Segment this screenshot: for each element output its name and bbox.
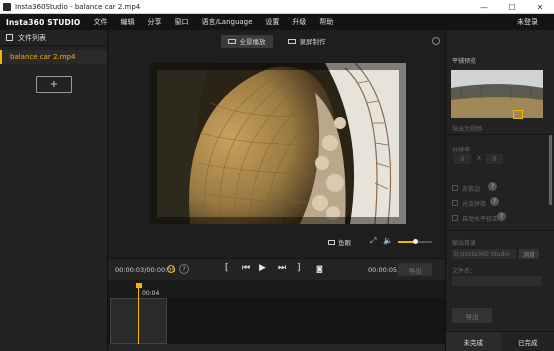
option-help-icon-1[interactable]: ? — [490, 197, 499, 206]
volume-slider[interactable] — [398, 239, 432, 244]
add-file-button[interactable]: + — [36, 76, 72, 93]
fullscreen-icon[interactable]: ⤢ — [370, 236, 376, 246]
menubar: Insta360 STUDIO 文件 编辑 分享 窗口 语言/Language … — [0, 14, 554, 30]
panel-scrollbar[interactable] — [549, 135, 552, 205]
vr-icon — [328, 239, 335, 245]
menu-settings[interactable]: 设置 — [265, 17, 279, 27]
video-preview[interactable] — [150, 63, 406, 224]
tab-unfinished[interactable]: 未完成 — [446, 331, 501, 351]
trim-end-icon[interactable]: ] — [297, 263, 301, 273]
option-help-icon-0[interactable]: ? — [488, 182, 497, 191]
window-title: Insta360Studio - balance car 2.mp4 — [15, 2, 141, 11]
volume-icon[interactable]: 🔈 — [383, 236, 393, 245]
app-icon — [3, 2, 11, 11]
window-titlebar: Insta360Studio - balance car 2.mp4 — ☐ ✕ — [0, 0, 554, 14]
next-frame-icon[interactable]: ⏭ — [278, 263, 286, 273]
task-tabs: 未完成 已完成 — [446, 331, 554, 351]
browse-button[interactable]: 浏览 — [519, 249, 539, 259]
maximize-button[interactable]: ☐ — [498, 0, 526, 14]
divider — [446, 134, 554, 135]
thumbnail-selection-box[interactable] — [513, 110, 523, 119]
playback-bar: 00:00:03/00:00:05 ? [ ⏮ ▶ ⏭ ] ◙ 00:00:05… — [108, 258, 445, 280]
end-time: 00:00:05 — [368, 266, 398, 274]
playhead-handle[interactable] — [136, 283, 142, 288]
panorama-thumbnail[interactable] — [451, 70, 543, 118]
option-label-0: 去紫边 — [462, 186, 481, 193]
help-icon[interactable]: ? — [179, 264, 189, 274]
minimize-button[interactable]: — — [470, 0, 498, 14]
menu-help[interactable]: 帮助 — [319, 17, 333, 27]
output-dir-label: 输出目录 — [452, 240, 477, 247]
output-dir-input[interactable]: D:\Insta360 Studio — [452, 249, 516, 259]
file-list-icon — [6, 34, 13, 41]
tab-panorama-play[interactable]: 全景播放 — [220, 34, 273, 48]
view-mode-label: 鱼眼 — [338, 239, 351, 247]
mode-switch: 全景播放 录屏制作 — [108, 30, 445, 52]
menu-file[interactable]: 文件 — [94, 17, 108, 27]
filename-label: 文件名： — [452, 268, 477, 275]
timeline-marker: 00:04 — [142, 290, 160, 297]
app-logo: Insta360 STUDIO — [6, 17, 81, 27]
panorama-icon — [227, 38, 236, 44]
menu-upgrade[interactable]: 升级 — [292, 17, 306, 27]
file-list-header: 文件列表 — [0, 30, 107, 46]
view-mode-button[interactable]: 鱼眼 — [328, 237, 351, 247]
timeline-scrollbar[interactable] — [108, 344, 445, 351]
option-checkbox-2[interactable] — [452, 215, 458, 221]
tab-finished[interactable]: 已完成 — [500, 331, 554, 351]
playhead-line — [138, 284, 139, 346]
resolution-width-input[interactable]: 0 — [454, 154, 471, 164]
resolution-label: 分辨率 — [452, 147, 471, 154]
play-button[interactable]: ▶ — [259, 263, 266, 273]
menu-edit[interactable]: 编辑 — [121, 17, 135, 27]
resolution-x-label: X — [477, 155, 482, 162]
record-icon — [287, 38, 296, 44]
previous-frame-icon[interactable]: ⏮ — [242, 263, 250, 273]
resolution-height-input[interactable]: 0 — [486, 154, 503, 164]
menu-window[interactable]: 窗口 — [175, 17, 189, 27]
timeline[interactable]: 00:04 — [108, 280, 445, 351]
video-tools: 鱼眼 ⤢ 🔈 — [108, 235, 445, 249]
export-type-label: 导出为视频 — [452, 126, 483, 133]
option-checkbox-1[interactable] — [452, 200, 458, 206]
option-help-icon-2[interactable]: ? — [497, 212, 506, 221]
menu-share[interactable]: 分享 — [148, 17, 162, 27]
filename-input[interactable] — [452, 276, 542, 286]
thumbnail-title: 平铺预览 — [452, 58, 477, 65]
file-list-title: 文件列表 — [18, 33, 46, 42]
volume-slider-knob[interactable] — [412, 239, 418, 244]
tab-panorama-play-label: 全景播放 — [239, 38, 266, 46]
option-label-1: 光流拼接 — [462, 201, 487, 208]
divider — [446, 230, 554, 231]
export-button-right[interactable]: 导出 — [452, 308, 492, 323]
option-checkbox-0[interactable] — [452, 185, 458, 191]
window-controls: — ☐ ✕ — [470, 0, 554, 14]
file-list-item[interactable]: balance car 2.mp4 — [0, 50, 107, 64]
close-button[interactable]: ✕ — [526, 0, 554, 14]
fisheye-frame-image — [150, 63, 406, 224]
snapshot-icon[interactable]: ◙ — [316, 265, 323, 273]
panorama-thumbnail-image — [451, 70, 543, 118]
menu-language[interactable]: 语言/Language — [202, 17, 253, 27]
tab-screen-record[interactable]: 录屏制作 — [281, 35, 333, 48]
export-button[interactable]: 导出 — [398, 263, 432, 276]
info-icon[interactable] — [432, 37, 440, 45]
preview-area: 全景播放 录屏制作 鱼眼 ⤢ 🔈 — [108, 30, 445, 258]
file-list-panel: 文件列表 balance car 2.mp4 + — [0, 30, 108, 351]
add-keyframe-icon[interactable] — [167, 265, 175, 273]
trim-start-icon[interactable]: [ — [225, 263, 229, 273]
tab-screen-record-label: 录屏制作 — [299, 38, 326, 46]
login-status[interactable]: 未登录 — [517, 17, 538, 27]
export-settings-panel: 平铺预览 导出为视频 分辨率 0 X 0 去紫边 ? 光流拼接 ? 自动水平校正… — [445, 30, 554, 351]
option-label-2: 自动水平校正 — [462, 216, 499, 223]
